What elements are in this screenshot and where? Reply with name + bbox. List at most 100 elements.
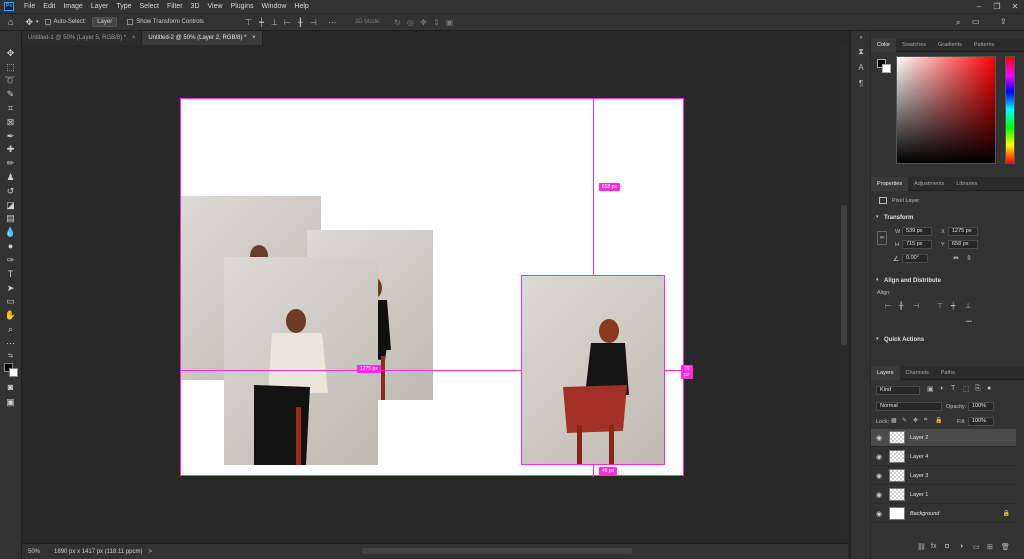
collapse-icon[interactable]: « (856, 35, 866, 41)
3d-roll-icon[interactable]: ◎ (406, 18, 415, 27)
menu-edit[interactable]: Edit (39, 3, 59, 10)
layer-name[interactable]: Background (910, 511, 939, 517)
flip-horizontal-icon[interactable]: ⇹ (953, 254, 959, 262)
tab-layers[interactable]: Layers (871, 365, 900, 380)
visibility-eye-icon[interactable]: ◉ (871, 510, 887, 518)
horizontal-scrollbar[interactable] (362, 548, 632, 554)
tab-untitled-2[interactable]: Untitled-2 @ 50% (Layer 2, RGB/8) * × (142, 31, 263, 45)
link-layers-icon[interactable]: ⛓ (917, 543, 931, 551)
layer-row-layer-3[interactable]: ◉ Layer 3 (871, 467, 1016, 485)
healing-brush-icon[interactable]: ✚ (4, 143, 17, 155)
width-field[interactable]: 539 px (902, 227, 932, 236)
layer-name[interactable]: Layer 2 (910, 435, 928, 441)
menu-view[interactable]: View (204, 3, 227, 10)
tab-swatches[interactable]: Swatches (896, 38, 932, 52)
maximize-icon[interactable]: ❐ (988, 0, 1006, 13)
tool-preset-chevron-icon[interactable]: ▾ (36, 19, 39, 25)
quick-actions-title[interactable]: Quick Actions (884, 337, 924, 343)
filter-pixel-icon[interactable]: ▣ (927, 385, 939, 393)
visibility-eye-icon[interactable]: ◉ (871, 434, 887, 442)
panel-align-hcenter-icon[interactable]: ╂ (899, 302, 913, 310)
blur-tool-icon[interactable]: 💧 (4, 226, 17, 238)
align-chevron-icon[interactable]: ▾ (876, 277, 879, 283)
scroll-thumb[interactable] (841, 205, 847, 345)
hue-slider[interactable] (1005, 56, 1015, 164)
checkbox-box[interactable] (127, 19, 134, 25)
tab-close-icon[interactable]: × (252, 35, 256, 41)
filter-toggle-icon[interactable]: ● (987, 385, 999, 393)
status-menu-arrow[interactable]: > (149, 549, 153, 555)
menu-image[interactable]: Image (59, 3, 86, 10)
menu-select[interactable]: Select (136, 3, 163, 10)
paragraph-icon[interactable]: ¶ (856, 79, 866, 88)
character-icon[interactable]: A (856, 63, 866, 72)
background-color-swatch[interactable] (9, 368, 18, 377)
tab-patterns[interactable]: Patterns (968, 38, 1000, 52)
panel-align-right-icon[interactable]: ⊣ (913, 302, 927, 310)
tab-close-icon[interactable]: × (132, 35, 136, 41)
quick-actions-chevron-icon[interactable]: ▾ (876, 336, 879, 342)
align-hcenter-icon[interactable]: ╂ (296, 18, 305, 27)
layer-style-icon[interactable]: fx (931, 543, 945, 551)
move-tool-icon[interactable]: ✥ (4, 47, 17, 59)
menu-filter[interactable]: Filter (163, 3, 187, 10)
share-icon[interactable]: ⇪ (1000, 17, 1007, 26)
panel-align-top-icon[interactable]: ⊤ (937, 302, 951, 310)
path-select-icon[interactable]: ➤ (4, 282, 17, 294)
photo-layer-3[interactable] (224, 257, 378, 465)
clone-stamp-icon[interactable]: ♟ (4, 171, 17, 183)
layer-row-layer-4[interactable]: ◉ Layer 4 (871, 448, 1016, 466)
more-tools-icon[interactable]: ⋯ (4, 337, 17, 349)
search-icon[interactable]: ⌕ (956, 18, 960, 28)
minimize-icon[interactable]: – (970, 0, 988, 13)
height-field[interactable]: 715 px (902, 240, 932, 249)
menu-window[interactable]: Window (258, 3, 291, 10)
visibility-eye-icon[interactable]: ◉ (871, 453, 887, 461)
3d-pan-icon[interactable]: ✥ (419, 18, 428, 27)
dodge-tool-icon[interactable]: ● (4, 240, 17, 252)
layer-row-background[interactable]: ◉ Background 🔒 (871, 505, 1016, 523)
layer-name[interactable]: Layer 4 (910, 454, 928, 460)
eyedropper-tool-icon[interactable]: ✒ (4, 130, 17, 142)
new-layer-icon[interactable]: ⊞ (987, 543, 1001, 551)
layer-row-layer-1[interactable]: ◉ Layer 1 (871, 486, 1016, 504)
menu-layer[interactable]: Layer (87, 3, 113, 10)
align-top-icon[interactable]: ⊤ (244, 18, 253, 27)
tab-paths[interactable]: Paths (935, 366, 961, 380)
tab-gradients[interactable]: Gradients (932, 38, 968, 52)
filter-shape-icon[interactable]: ⬚ (963, 385, 975, 393)
frame-tool-icon[interactable]: ⊠ (4, 116, 17, 128)
transform-section-title[interactable]: Transform (884, 215, 913, 221)
panel-align-vcenter-icon[interactable]: ┿ (951, 302, 965, 310)
align-section-title[interactable]: Align and Distribute (884, 278, 941, 284)
tab-properties[interactable]: Properties (871, 176, 909, 191)
workspace-icon[interactable]: ▭ (972, 17, 980, 26)
background-color-chip[interactable] (882, 64, 891, 73)
move-tool-icon[interactable]: ✥ (25, 17, 33, 28)
align-right-icon[interactable]: ⊣ (309, 18, 318, 27)
3d-rotate-icon[interactable]: ↻ (393, 18, 402, 27)
3d-slide-icon[interactable]: ⇕ (432, 18, 441, 27)
align-left-icon[interactable]: ⊢ (283, 18, 292, 27)
lock-image-icon[interactable]: ✎ (902, 417, 913, 424)
document-canvas[interactable]: 658 px 1275 px 70 px 46 px (180, 98, 693, 477)
filter-smart-icon[interactable]: ⎘ (975, 385, 987, 393)
lock-all-icon[interactable]: 🔒 (935, 417, 946, 424)
history-brush-icon[interactable]: ↺ (4, 185, 17, 197)
zoom-level[interactable]: 50% (28, 549, 40, 555)
zoom-tool-icon[interactable]: ⌕ (4, 323, 17, 335)
visibility-eye-icon[interactable]: ◉ (871, 491, 887, 499)
checkbox-box[interactable] (44, 19, 51, 25)
opacity-field[interactable]: 100% (968, 402, 994, 411)
eraser-tool-icon[interactable]: ◪ (4, 199, 17, 211)
filter-type-icon[interactable]: T (951, 385, 963, 393)
add-mask-icon[interactable]: ◘ (945, 543, 959, 551)
panel-align-left-icon[interactable]: ⊢ (885, 302, 899, 310)
vertical-scrollbar[interactable] (840, 45, 848, 541)
tab-adjustments[interactable]: Adjustments (908, 177, 950, 191)
3d-scale-icon[interactable]: ▣ (445, 18, 454, 27)
color-picker-field[interactable] (896, 56, 996, 164)
more-options-icon[interactable]: ••• (966, 319, 972, 325)
link-dimensions-icon[interactable]: ∞ (877, 231, 887, 245)
crop-tool-icon[interactable]: ⌗ (4, 102, 17, 114)
